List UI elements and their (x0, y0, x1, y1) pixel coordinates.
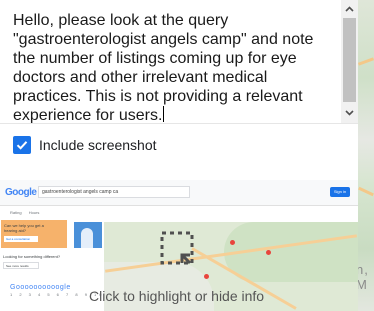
chevron-up-icon (345, 5, 354, 12)
map-road (357, 57, 374, 66)
scroll-down-button[interactable] (341, 104, 358, 121)
preview-looking-button: See more results (3, 262, 39, 269)
include-screenshot-label[interactable]: Include screenshot (39, 137, 157, 153)
scroll-up-button[interactable] (341, 0, 358, 17)
feedback-text[interactable]: Hello, please look at the query "gastroe… (13, 11, 336, 125)
preview-footer-logo: Goooooooooogle (10, 284, 71, 291)
highlight-select-icon (160, 231, 194, 265)
checkmark-icon (16, 141, 28, 150)
preview-search-input: gastroenterologist angels camp ca (38, 186, 190, 198)
include-screenshot-checkbox[interactable] (13, 136, 31, 154)
scroll-thumb[interactable] (343, 18, 356, 102)
map-road (358, 186, 374, 197)
preview-google-logo: Google (5, 187, 37, 198)
preview-signin-button: Sign in (330, 187, 350, 197)
textarea-scrollbar[interactable] (341, 0, 358, 124)
preview-looking-text: Looking for something different? (3, 254, 61, 259)
include-screenshot-row[interactable]: Include screenshot (13, 135, 157, 155)
preview-ad-text: Can we help you get a hearing aid? (4, 223, 44, 233)
chevron-down-icon (345, 109, 354, 116)
preview-tab: Hours (28, 210, 40, 215)
map-pin-icon (266, 250, 271, 255)
map-pin-icon (204, 274, 209, 279)
preview-ad-button: Get a consultation (4, 236, 38, 242)
preview-ad-image-arch (81, 228, 93, 248)
preview-ad-card: Can we help you get a hearing aid? Get a… (1, 220, 67, 248)
background-map-label: n, M (356, 262, 369, 292)
feedback-textarea[interactable]: Hello, please look at the query "gastroe… (0, 0, 358, 124)
divider (0, 123, 358, 124)
preview-search-bar: Google gastroenterologist angels camp ca… (0, 180, 358, 206)
feedback-panel: Hello, please look at the query "gastroe… (0, 0, 358, 311)
text-caret (163, 106, 165, 122)
map-pin-icon (230, 240, 235, 245)
highlight-hint: Click to highlight or hide info (89, 288, 265, 304)
preview-tab: Rating (10, 210, 22, 215)
preview-ad-image (74, 222, 102, 248)
preview-left-column: Can we help you get a hearing aid? Get a… (0, 218, 82, 311)
preview-filter-tabs: Rating Hours (10, 210, 45, 215)
